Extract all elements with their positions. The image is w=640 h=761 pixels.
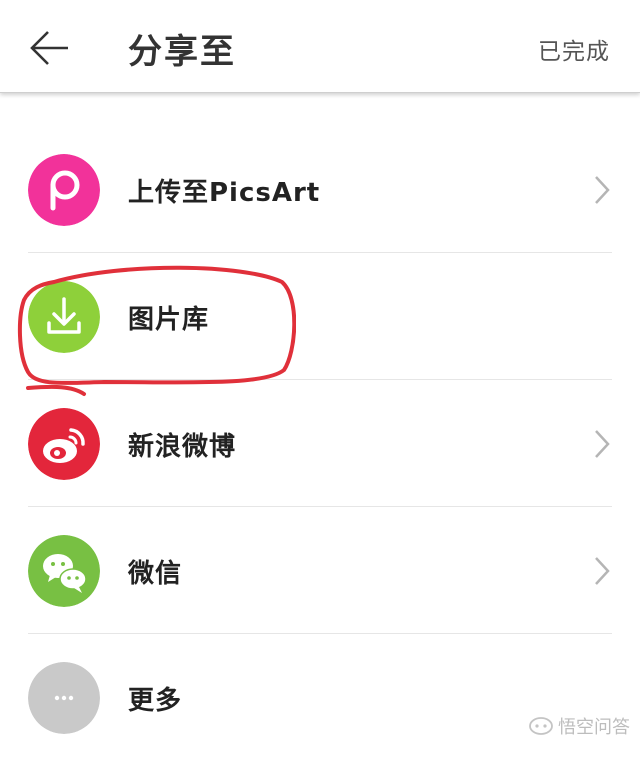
share-item-more[interactable]: 更多 <box>0 634 640 761</box>
share-item-wechat[interactable]: 微信 <box>0 507 640 634</box>
done-button[interactable]: 已完成 <box>538 32 610 66</box>
share-item-weibo[interactable]: 新浪微博 <box>0 380 640 507</box>
share-item-label: 新浪微博 <box>128 432 237 462</box>
share-item-label: 更多 <box>128 686 183 716</box>
share-item-label: 微信 <box>128 559 183 589</box>
share-item-picsart[interactable]: 上传至PicsArt <box>0 126 640 253</box>
download-icon <box>28 281 100 353</box>
wukong-logo-icon <box>529 717 553 735</box>
more-icon <box>28 662 100 734</box>
watermark-text: 悟空问答 <box>558 717 630 738</box>
picsart-icon <box>28 154 100 226</box>
share-target-list: 上传至PicsArt 图片库 新浪微博 微信 更多 <box>0 126 640 761</box>
share-item-label: 上传至PicsArt <box>128 178 321 208</box>
chevron-right-icon <box>595 430 610 458</box>
chevron-right-icon <box>595 557 610 585</box>
chevron-right-icon <box>595 176 610 204</box>
back-button[interactable] <box>28 28 72 68</box>
page-title: 分享至 <box>128 32 236 72</box>
back-arrow-icon <box>30 31 68 65</box>
share-item-gallery[interactable]: 图片库 <box>0 253 640 380</box>
wechat-icon <box>28 535 100 607</box>
weibo-icon <box>28 408 100 480</box>
share-item-label: 图片库 <box>128 305 210 335</box>
top-bar: 分享至 已完成 <box>0 0 640 93</box>
watermark: 悟空问答 <box>528 713 630 739</box>
